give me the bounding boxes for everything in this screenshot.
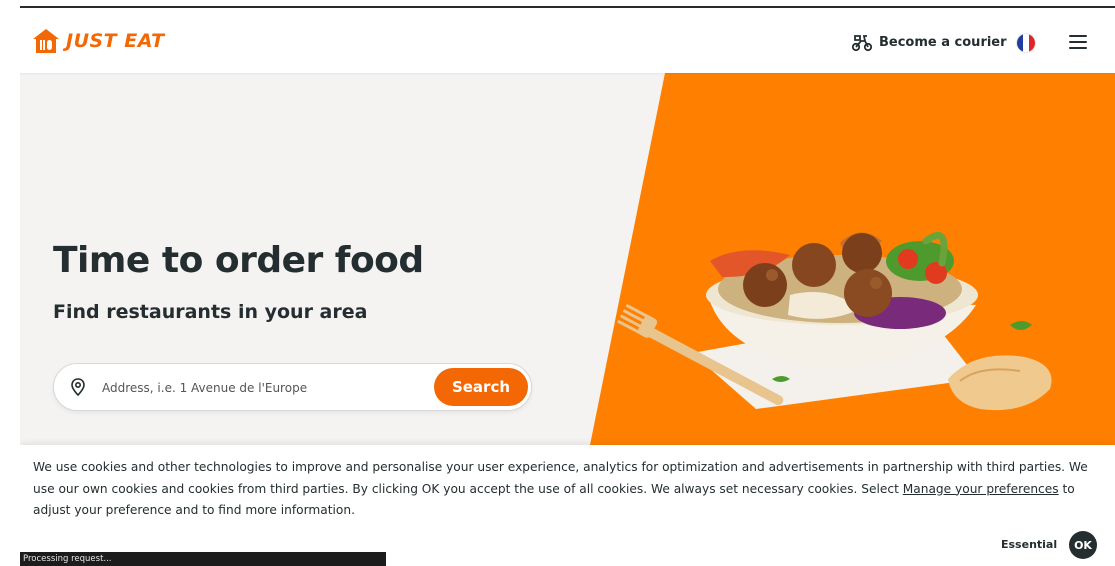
cookie-banner-text: We use cookies and other technologies to… (33, 457, 1098, 522)
scooter-icon (851, 35, 873, 52)
cookie-banner: We use cookies and other technologies to… (20, 445, 1115, 566)
location-pin-icon (71, 378, 85, 396)
manage-preferences-link[interactable]: Manage your preferences (903, 482, 1059, 496)
hero-section: Time to order food Find restaurants in y… (20, 73, 1115, 445)
hero-subtitle: Find restaurants in your area (53, 301, 368, 323)
address-search-bar: Search (53, 363, 532, 411)
become-courier-label: Become a courier (879, 34, 1007, 50)
just-eat-logo[interactable]: JUST EAT (32, 26, 165, 56)
accept-cookies-ok-button[interactable]: OK (1069, 531, 1097, 559)
hero-title: Time to order food (53, 240, 424, 281)
site-header: JUST EAT Become a courier (20, 8, 1115, 73)
page: JUST EAT Become a courier Time to order … (20, 8, 1115, 566)
essential-cookies-button[interactable]: Essential (1001, 538, 1057, 551)
house-logo-icon (33, 29, 59, 53)
window-top-edge (0, 0, 1115, 8)
browser-status-bar: Processing request... (20, 552, 386, 566)
become-courier-link[interactable]: Become a courier (851, 32, 1007, 52)
search-button[interactable]: Search (434, 368, 528, 406)
france-flag-icon[interactable] (1017, 34, 1035, 52)
hamburger-menu-icon[interactable] (1069, 35, 1087, 49)
address-input[interactable] (100, 372, 424, 404)
logo-wordmark: JUST EAT (66, 30, 165, 52)
